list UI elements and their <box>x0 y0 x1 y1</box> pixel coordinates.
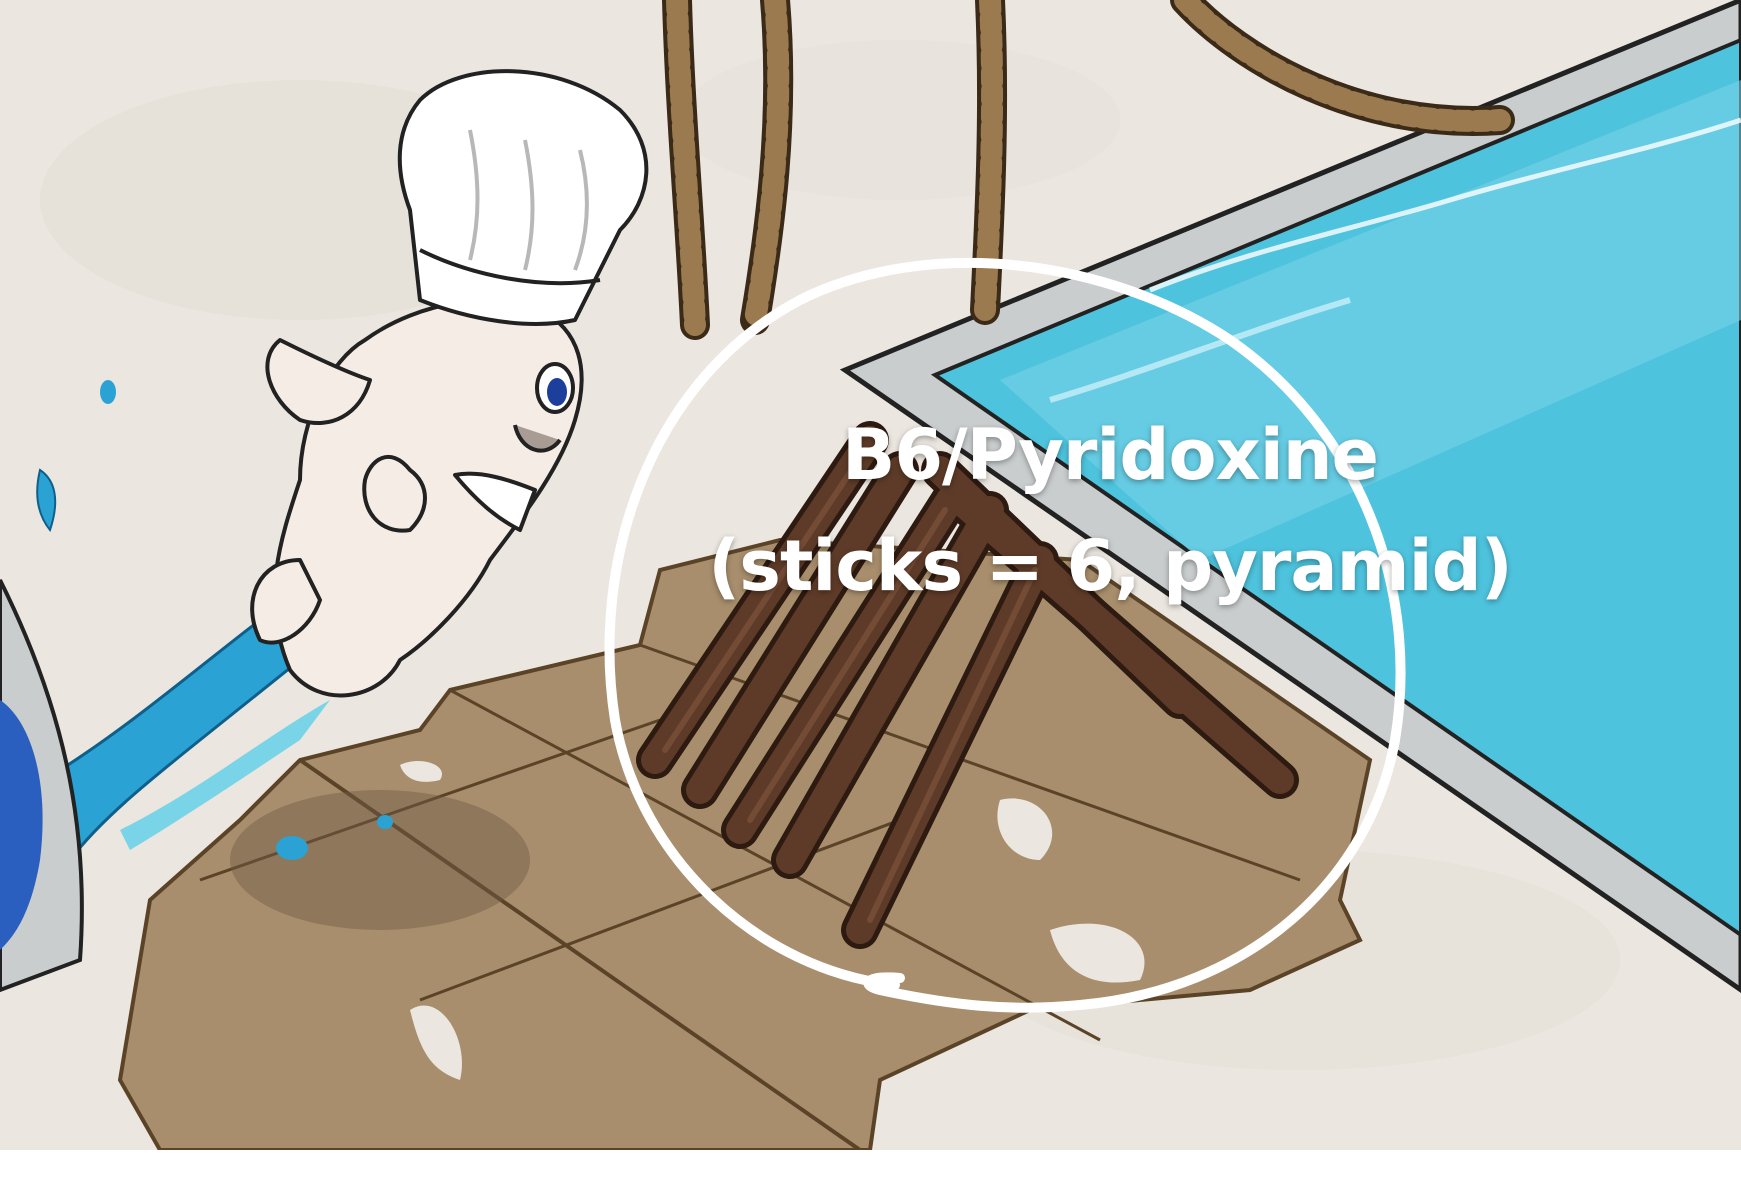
bottom-letterbox <box>0 1150 1741 1194</box>
caption-overlay: B6/Pyridoxine (sticks = 6, pyramid) <box>640 400 1580 630</box>
caption-subtitle: (sticks = 6, pyramid) <box>708 525 1512 607</box>
illustration-frame: B6/Pyridoxine (sticks = 6, pyramid) <box>0 0 1741 1194</box>
caption-title: B6/Pyridoxine <box>841 414 1379 496</box>
